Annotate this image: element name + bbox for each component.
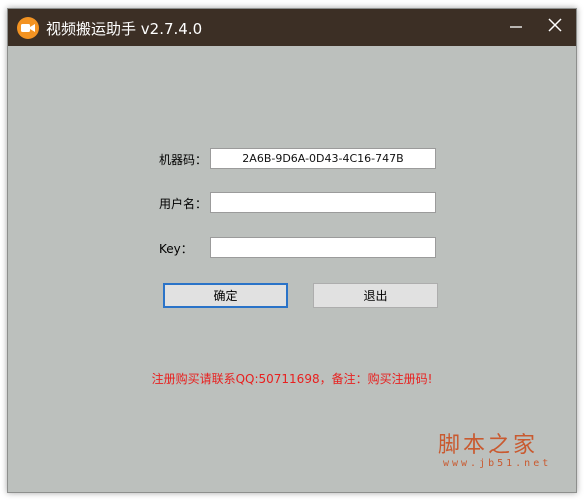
exit-button[interactable]: 退出 [313, 283, 438, 308]
video-camera-icon [17, 17, 39, 39]
username-label: 用户名： [159, 197, 208, 211]
close-button[interactable] [537, 9, 573, 46]
machine-code-label: 机器码： [159, 153, 208, 167]
key-label: Key： [159, 242, 193, 256]
minimize-icon [509, 18, 523, 37]
minimize-button[interactable] [498, 9, 534, 46]
registration-notice: 注册购买请联系QQ:50711698，备注：购买注册码! [151, 372, 433, 386]
app-window: 视频搬运助手 v2.7.4.0 机器码： 用户名： Key： 确定 退出 注册购… [7, 8, 577, 493]
title-bar[interactable]: 视频搬运助手 v2.7.4.0 [8, 9, 576, 46]
close-icon [547, 17, 563, 38]
watermark-logo: 脚本之家 [438, 433, 539, 458]
window-title: 视频搬运助手 v2.7.4.0 [46, 20, 203, 38]
username-input[interactable] [210, 192, 436, 213]
ok-button[interactable]: 确定 [163, 283, 288, 308]
watermark-url: www.jb51.net [443, 458, 552, 469]
key-input[interactable] [210, 237, 436, 258]
machine-code-field[interactable] [210, 148, 436, 169]
